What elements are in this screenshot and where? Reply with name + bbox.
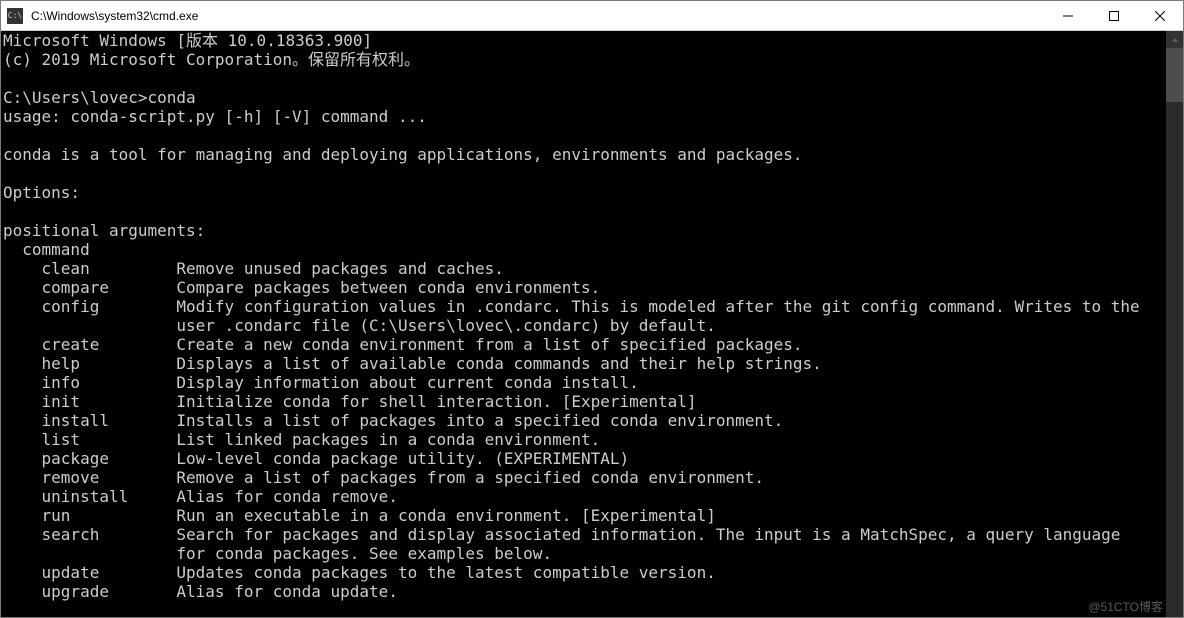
scroll-thumb[interactable] [1166,48,1183,102]
os-banner-line1: Microsoft Windows [版本 10.0.18363.900] [3,31,372,50]
prompt-command: conda [148,88,196,107]
cmd-icon: C:\ [7,8,23,24]
terminal-output[interactable]: Microsoft Windows [版本 10.0.18363.900] (c… [1,31,1166,617]
minimize-button[interactable] [1045,1,1091,30]
commands-list: clean Remove unused packages and caches.… [3,259,1166,601]
os-banner-line2: (c) 2019 Microsoft Corporation。保留所有权利。 [3,50,420,69]
title-bar[interactable]: C:\ C:\Windows\system32\cmd.exe [1,1,1183,31]
cmd-window: C:\ C:\Windows\system32\cmd.exe Microsof… [0,0,1184,618]
prompt-path: C:\Users\lovec> [3,88,148,107]
usage-line: usage: conda-script.py [-h] [-V] command… [3,107,427,126]
terminal-area: Microsoft Windows [版本 10.0.18363.900] (c… [1,31,1183,617]
window-title: C:\Windows\system32\cmd.exe [29,9,1045,23]
scrollbar[interactable] [1166,31,1183,617]
description-line: conda is a tool for managing and deployi… [3,145,803,164]
maximize-button[interactable] [1091,1,1137,30]
scroll-up-button[interactable] [1166,31,1183,48]
close-button[interactable] [1137,1,1183,30]
window-controls [1045,1,1183,30]
command-label: command [3,240,90,259]
options-label: Options: [3,183,80,202]
pos-args-label: positional arguments: [3,221,205,240]
